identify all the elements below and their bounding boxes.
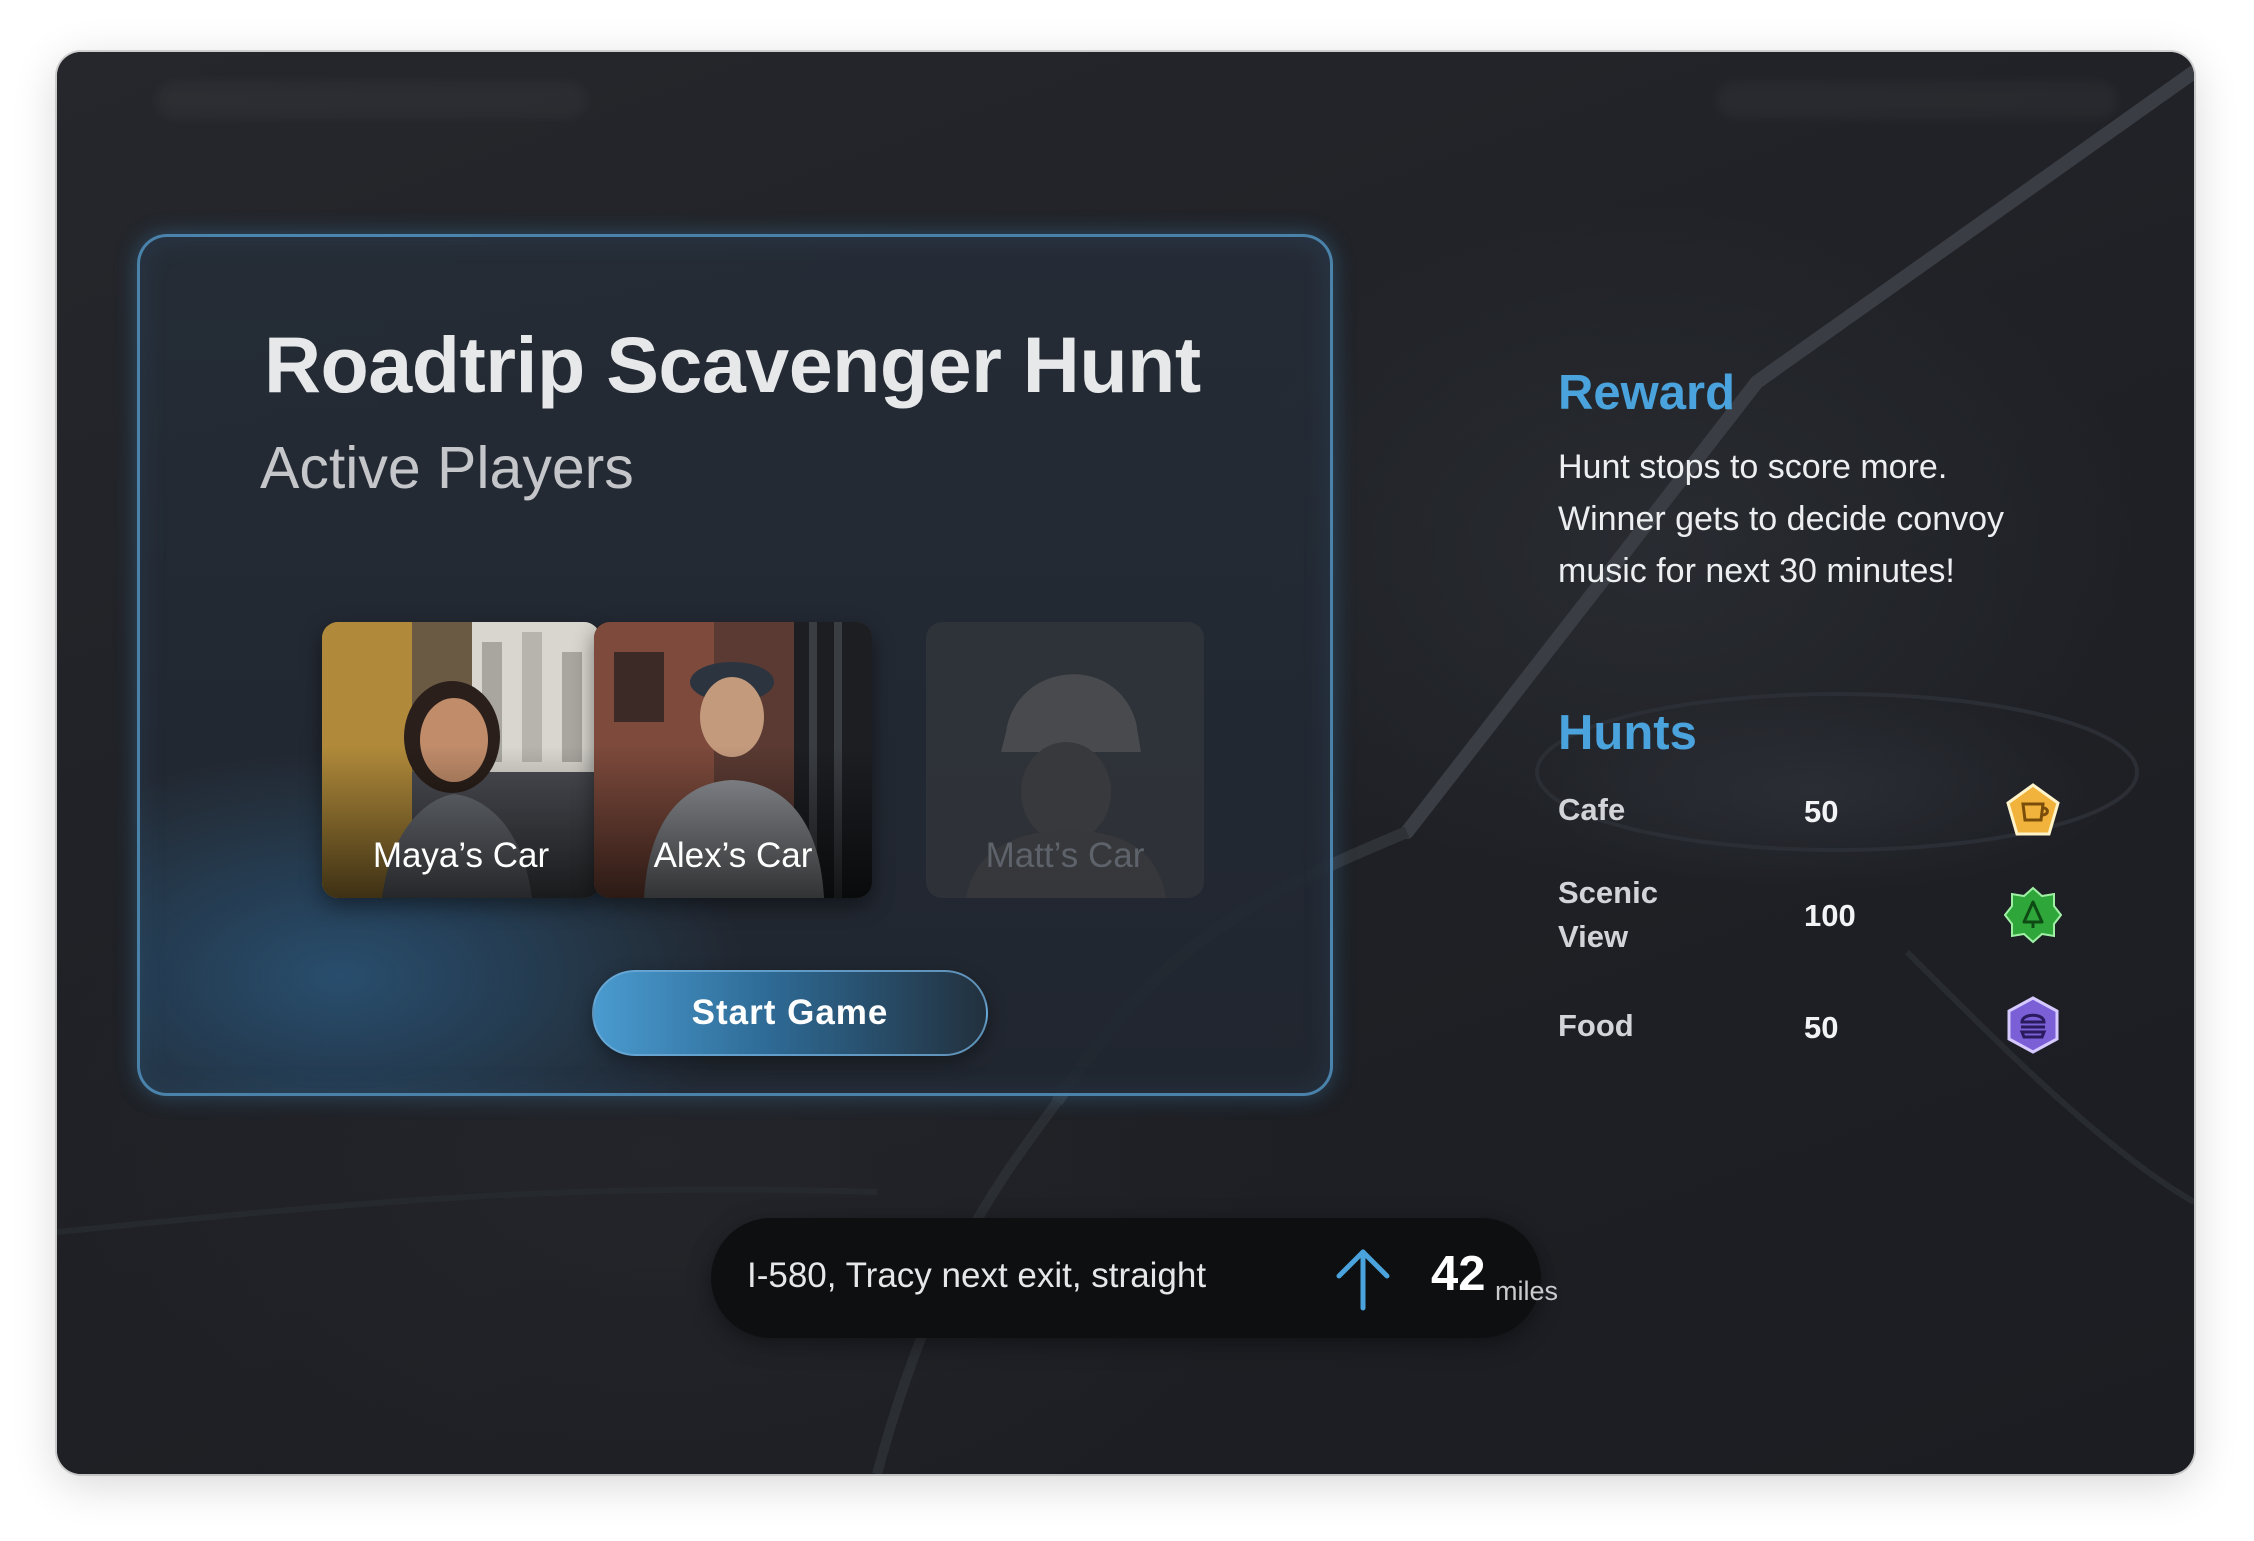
burger-badge-icon bbox=[2007, 996, 2059, 1054]
reward-line: music for next 30 minutes! bbox=[1558, 552, 1955, 590]
hunt-name-line: View bbox=[1558, 919, 1629, 954]
navigation-bar: I-580, Tracy next exit, straight 42 mile… bbox=[711, 1218, 1558, 1338]
hunt-points: 50 bbox=[1804, 1010, 1839, 1045]
reward-line: Winner gets to decide convoy bbox=[1558, 500, 2005, 538]
hunt-name-line: Scenic bbox=[1558, 875, 1658, 910]
player-label: Matt’s Car bbox=[985, 836, 1145, 875]
hunt-points: 50 bbox=[1804, 794, 1839, 829]
tree-badge-icon bbox=[2004, 886, 2062, 944]
start-game-button[interactable]: Start Game bbox=[592, 970, 988, 1056]
hunts-heading: Hunts bbox=[1558, 706, 1697, 760]
active-players-heading: Active Players bbox=[260, 435, 634, 501]
hunt-points: 100 bbox=[1804, 898, 1856, 933]
hunt-name: Scenic View bbox=[1558, 871, 1658, 959]
hunt-name: Cafe bbox=[1558, 788, 1625, 832]
navigation-instruction: I-580, Tracy next exit, straight bbox=[747, 1256, 1207, 1295]
reward-description: Hunt stops to score more. Winner gets to… bbox=[1558, 441, 2178, 597]
player-label: Alex’s Car bbox=[653, 836, 813, 875]
player-label: Maya’s Car bbox=[372, 836, 550, 875]
player-card-alex[interactable]: Alex’s Car bbox=[594, 622, 872, 898]
game-lobby-card: Roadtrip Scavenger Hunt Active Players M… bbox=[137, 234, 1333, 1096]
status-bar-blur-right bbox=[1717, 82, 2117, 118]
game-title: Roadtrip Scavenger Hunt bbox=[264, 320, 1201, 409]
status-bar-blur-left bbox=[157, 82, 587, 118]
cafe-badge-icon bbox=[2006, 783, 2060, 836]
navigation-distance-unit: miles bbox=[1495, 1276, 1559, 1306]
hunt-name-line: Cafe bbox=[1558, 792, 1626, 827]
hunt-name-line: Food bbox=[1558, 1008, 1634, 1043]
hunt-name: Food bbox=[1558, 1004, 1634, 1048]
player-card-matt[interactable]: Matt’s Car bbox=[926, 622, 1204, 898]
player-card-maya[interactable]: Maya’s Car bbox=[322, 622, 600, 898]
reward-line: Hunt stops to score more. bbox=[1558, 448, 1948, 486]
reward-heading: Reward bbox=[1558, 366, 1736, 420]
navigation-distance: 42 bbox=[1431, 1247, 1486, 1301]
arrow-up-icon bbox=[1336, 1249, 1390, 1311]
